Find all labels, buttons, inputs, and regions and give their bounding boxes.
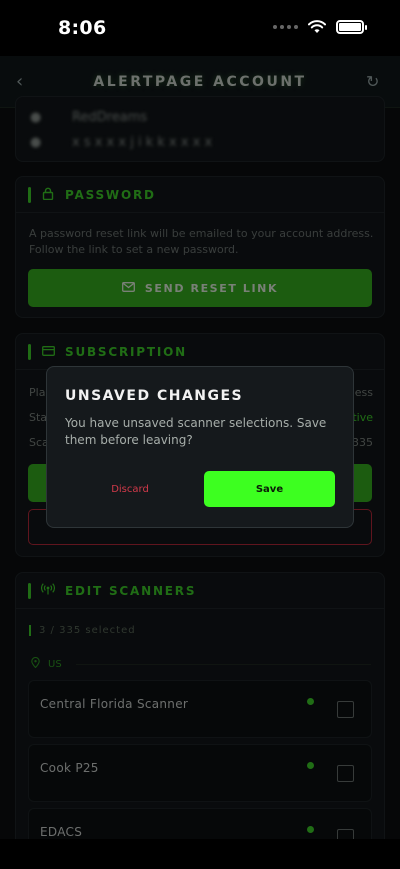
dialog-title: UNSAVED CHANGES [65, 388, 244, 404]
discard-button[interactable]: Discard [65, 471, 195, 507]
battery-icon [336, 20, 367, 34]
dialog-message: You have unsaved scanner selections. Sav… [65, 416, 327, 447]
status-time: 8:06 [58, 17, 107, 39]
save-button[interactable]: Save [204, 471, 335, 507]
signal-icon [273, 25, 298, 29]
unsaved-changes-dialog: UNSAVED CHANGES You have unsaved scanner… [46, 366, 354, 528]
wifi-icon [308, 20, 326, 33]
status-icons [273, 20, 367, 34]
status-bar: 8:06 [0, 0, 400, 56]
home-indicator-area [0, 839, 400, 869]
